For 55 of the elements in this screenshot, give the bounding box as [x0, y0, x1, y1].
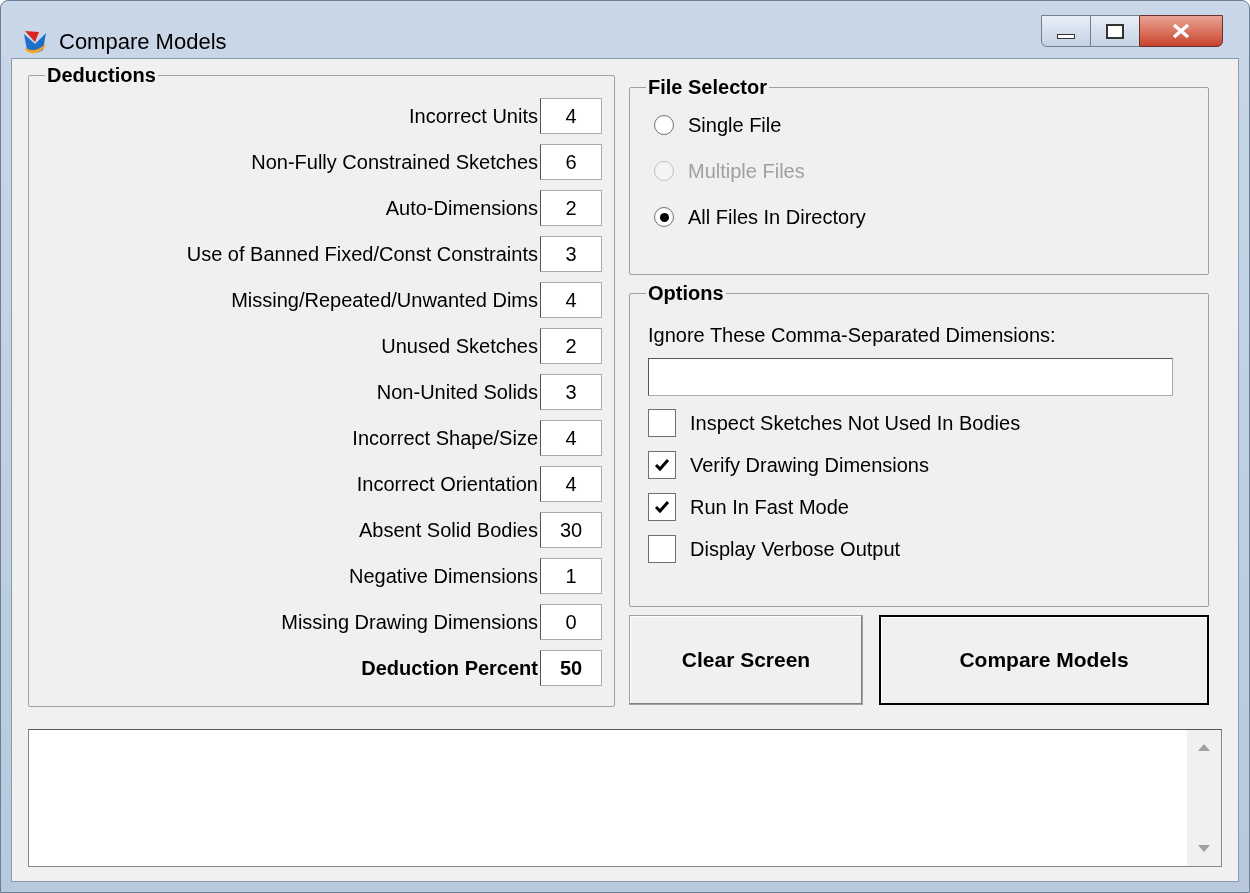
checkbox[interactable]: [648, 493, 676, 521]
checkmark-icon: [654, 500, 670, 514]
action-button[interactable]: Compare Models: [879, 615, 1209, 705]
deduction-label: Unused Sketches: [381, 334, 538, 359]
field-label: Ignore These Comma-Separated Dimensions:: [648, 323, 1057, 348]
deduction-input[interactable]: 1: [540, 558, 602, 594]
deduction-input[interactable]: 3: [540, 374, 602, 410]
minimize-button[interactable]: [1041, 15, 1091, 47]
checkbox-label: Verify Drawing Dimensions: [690, 453, 929, 478]
checkbox[interactable]: [648, 409, 676, 437]
close-icon: [1171, 23, 1191, 39]
checkmark-icon: [654, 458, 670, 472]
checkbox-label: Display Verbose Output: [690, 537, 901, 562]
deduction-label: Negative Dimensions: [349, 564, 538, 589]
deduction-label: Absent Solid Bodies: [359, 518, 538, 543]
deduction-input[interactable]: 2: [540, 190, 602, 226]
radio-button[interactable]: [654, 115, 674, 135]
deduction-input[interactable]: 4: [540, 98, 602, 134]
deduction-label: Incorrect Orientation: [356, 472, 538, 497]
close-button[interactable]: [1139, 15, 1223, 47]
checkbox[interactable]: [648, 451, 676, 479]
deduction-input[interactable]: 4: [540, 282, 602, 318]
radio-label: Multiple Files: [688, 159, 805, 184]
deduction-input[interactable]: 50: [540, 650, 602, 686]
checkbox-label: Inspect Sketches Not Used In Bodies: [690, 411, 1021, 436]
radio-label: All Files In Directory: [688, 205, 866, 230]
radio-label: Single File: [688, 113, 782, 138]
window-title: Compare Models: [59, 28, 227, 56]
scroll-down-icon: [1198, 845, 1210, 852]
deduction-input[interactable]: 4: [540, 466, 602, 502]
deduction-label: Auto-Dimensions: [385, 196, 538, 221]
checkbox-label: Run In Fast Mode: [690, 495, 849, 520]
action-button[interactable]: Clear Screen: [629, 615, 863, 705]
deduction-label: Non-United Solids: [376, 380, 538, 405]
deduction-input[interactable]: 3: [540, 236, 602, 272]
checkbox[interactable]: [648, 535, 676, 563]
deduction-label: Use of Banned Fixed/Const Constraints: [186, 242, 538, 267]
dimensions-input-field[interactable]: [648, 358, 1173, 396]
deduction-label: Missing Drawing Dimensions: [281, 610, 538, 635]
radio-button[interactable]: [654, 207, 674, 227]
deduction-label: Deduction Percent: [361, 656, 538, 681]
scroll-up-icon: [1198, 744, 1210, 751]
minimize-icon: [1057, 33, 1075, 39]
maximize-icon: [1106, 23, 1124, 39]
deduction-input[interactable]: 30: [540, 512, 602, 548]
scrollbar[interactable]: [1187, 730, 1221, 866]
deduction-label: Non-Fully Constrained Sketches: [251, 150, 538, 175]
deduction-input[interactable]: 0: [540, 604, 602, 640]
deduction-label: Incorrect Units: [409, 104, 538, 129]
deduction-input[interactable]: 4: [540, 420, 602, 456]
deduction-label: Missing/Repeated/Unwanted Dims: [231, 288, 538, 313]
deduction-input[interactable]: 6: [540, 144, 602, 180]
deduction-input[interactable]: 2: [540, 328, 602, 364]
deduction-label: Incorrect Shape/Size: [352, 426, 538, 451]
maximize-button[interactable]: [1091, 15, 1139, 47]
